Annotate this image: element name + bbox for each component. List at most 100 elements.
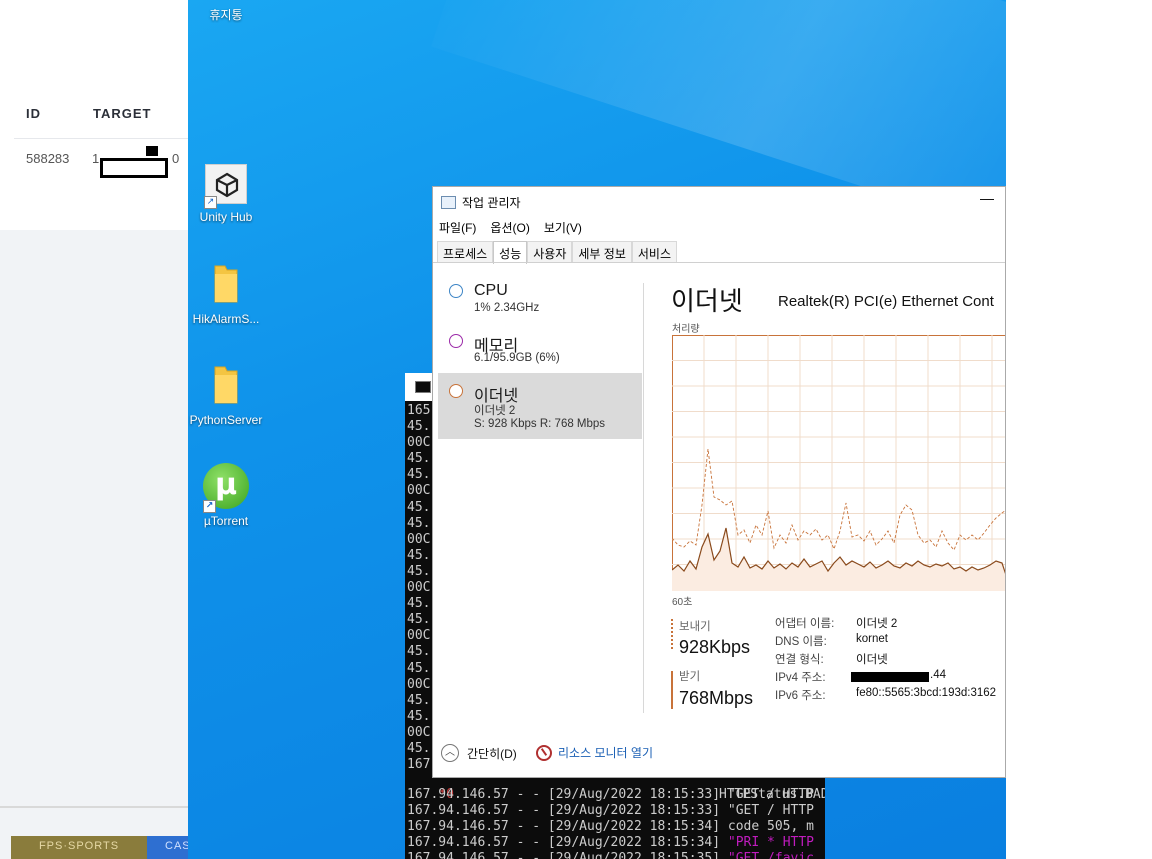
tile-fps-sports[interactable]: FPS·SPORTS — [11, 836, 147, 859]
tab-processes[interactable]: 프로세스 — [437, 241, 494, 263]
throughput-label: 처리량 — [672, 324, 700, 335]
console-line: 00C — [407, 531, 431, 547]
prop-value: .44 — [930, 669, 946, 681]
sidebar-item-detail: 이더넷 2 — [474, 405, 516, 417]
sidebar-item-memory[interactable]: 메모리 6.1/95.9GB (6%) — [438, 323, 642, 373]
console-line: 45. — [407, 563, 431, 579]
web-page-panel: ID TARGET 588283 1 0 FPS·SPORTS CAS — [0, 0, 188, 859]
redaction-box — [100, 158, 168, 178]
column-header-target: TARGET — [93, 106, 152, 121]
sidebar-item-label: CPU — [474, 282, 508, 299]
throughput-graph — [672, 335, 1005, 591]
tab-performance[interactable]: 성능 — [493, 241, 528, 264]
prop-key: 연결 형식: — [775, 654, 824, 666]
tab-strip: 프로세스 성능 사용자 세부 정보 서비스 — [437, 241, 678, 264]
console-line: 45. — [407, 499, 431, 515]
chevron-up-icon: ︿ — [441, 744, 459, 762]
console-line: 45. — [407, 740, 431, 756]
receive-value: 768Mbps — [679, 688, 754, 708]
sidebar-item-speed: S: 928 Kbps R: 768 Mbps — [474, 418, 606, 430]
receive-indicator — [671, 671, 673, 709]
desktop-icon-label: PythonServer — [189, 413, 263, 427]
console-log-line: 167.94.146.57 - - [29/Aug/2022 18:15:34]… — [407, 835, 814, 851]
prop-value: kornet — [856, 633, 888, 645]
sidebar-item-ethernet[interactable]: 이더넷 이더넷 2 S: 928 Kbps R: 768 Mbps — [438, 373, 642, 439]
prop-key: 어댑터 이름: — [775, 618, 835, 630]
desktop-icon-label: 휴지통 — [209, 8, 243, 22]
redaction-mark — [146, 146, 158, 156]
shortcut-arrow-icon: ↗ — [203, 500, 216, 513]
console-line: 00C — [407, 628, 431, 644]
task-manager-window[interactable]: 작업 관리자 — 파일(F) 옵션(O) 보기(V) 프로세스 성능 사용자 세… — [432, 186, 1006, 778]
receive-label: 받기 — [679, 671, 701, 683]
fewer-details-button[interactable]: ︿ 간단히(D) — [441, 744, 517, 762]
utorrent-icon: µ ↗ — [203, 463, 249, 513]
cpu-dot-icon — [449, 284, 463, 298]
folder-icon — [211, 365, 241, 405]
console-line: 45. — [407, 612, 431, 628]
sidebar-divider — [643, 283, 644, 713]
console-log-lines: 167.94.146.57 - - [29/Aug/2022 18:15:33]… — [407, 787, 814, 859]
prop-key: IPv4 주소: — [775, 672, 826, 684]
console-line: 00C — [407, 435, 431, 451]
cell-id[interactable]: 588283 — [26, 151, 69, 166]
menu-file[interactable]: 파일(F) — [439, 219, 476, 239]
sidebar-item-cpu[interactable]: CPU 1% 2.34GHz — [438, 273, 642, 323]
minimize-button[interactable]: — — [977, 190, 997, 212]
console-log-line: 167.94.146.57 - - [29/Aug/2022 18:15:35]… — [407, 851, 814, 859]
send-indicator — [671, 619, 673, 649]
console-line: 00C — [407, 724, 431, 740]
desktop-icon-unity-hub[interactable]: ↗ Unity Hub — [188, 164, 264, 224]
menu-options[interactable]: 옵션(O) — [490, 219, 529, 239]
desktop-icon-label: µTorrent — [203, 514, 249, 528]
desktop-icon-utorrent[interactable]: µ ↗ µTorrent — [188, 463, 264, 528]
send-label: 보내기 — [679, 621, 711, 633]
resource-monitor-link[interactable]: 리소스 모니터 열기 — [536, 744, 653, 761]
console-line: 45. — [407, 515, 431, 531]
console-line: 45. — [407, 708, 431, 724]
shortcut-arrow-icon: ↗ — [204, 196, 217, 209]
console-log-line: 167.94.146.57 - - [29/Aug/2022 18:15:33]… — [407, 803, 814, 819]
console-line: 45. — [407, 451, 431, 467]
task-manager-footer: ︿ 간단히(D) 리소스 모니터 열기 — [433, 735, 1005, 775]
tab-users[interactable]: 사용자 — [527, 241, 573, 263]
performance-sidebar: CPU 1% 2.34GHz 메모리 6.1/95.9GB (6%) 이더넷 이… — [433, 273, 643, 439]
console-output: 165 45. 00C 45. 45. 00C 45. 45. 00C 45. 45. 00C 45. 4… — [407, 403, 430, 773]
menu-bar: 파일(F) 옵션(O) 보기(V) — [439, 219, 582, 239]
menu-view[interactable]: 보기(V) — [544, 219, 582, 239]
console-line: 45. — [407, 467, 431, 483]
memory-dot-icon — [449, 334, 463, 348]
console-line: 45. — [407, 644, 431, 660]
desktop-icon-label: HikAlarmS... — [192, 312, 260, 326]
cell-target[interactable]: 1 — [92, 151, 99, 166]
console-line: 45. — [407, 692, 431, 708]
folder-icon — [211, 264, 241, 304]
window-title: 작업 관리자 — [462, 196, 521, 210]
prop-key: DNS 이름: — [775, 636, 827, 648]
tab-details[interactable]: 세부 정보 — [572, 241, 632, 263]
cmd-icon — [415, 381, 431, 393]
time-axis-label: 60초 — [672, 597, 693, 608]
sidebar-item-detail: 1% 2.34GHz — [474, 302, 540, 314]
task-manager-icon — [441, 196, 456, 209]
console-line: 45. — [407, 660, 431, 676]
send-value: 928Kbps — [679, 637, 751, 657]
console-line: 45. — [407, 547, 431, 563]
desktop-icon-recycle-bin[interactable]: 휴지통 — [188, 6, 264, 23]
ethernet-dot-icon — [449, 384, 463, 398]
desktop-icon-pythonserver[interactable]: PythonServer — [188, 365, 264, 427]
console-line: 45. — [407, 419, 431, 435]
cell-target-suffix: 0 — [172, 151, 180, 166]
resource-monitor-label: 리소스 모니터 열기 — [558, 746, 653, 760]
sidebar-item-detail: 6.1/95.9GB (6%) — [474, 352, 560, 364]
tab-divider — [433, 262, 1005, 263]
ip-redaction — [851, 672, 929, 682]
fewer-details-label: 간단히(D) — [467, 746, 517, 761]
desktop-icon-hikalarm[interactable]: HikAlarmS... — [188, 264, 264, 326]
tile-cas[interactable]: CAS — [147, 836, 188, 859]
unity-hub-icon: ↗ — [204, 164, 247, 209]
task-manager-titlebar[interactable]: 작업 관리자 — — [433, 187, 1005, 217]
tab-services[interactable]: 서비스 — [631, 241, 678, 263]
console-line: 165 — [407, 403, 431, 418]
detail-title: 이더넷 — [671, 287, 743, 317]
